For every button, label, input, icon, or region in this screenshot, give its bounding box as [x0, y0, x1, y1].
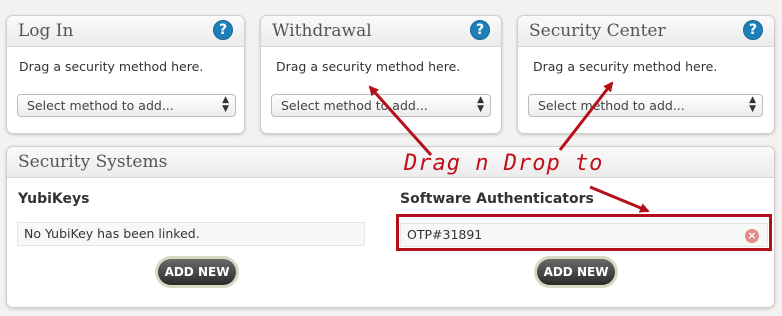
yubikey-empty-row: No YubiKey has been linked.	[17, 222, 365, 246]
chevron-up-down-icon: ▲ ▼	[222, 95, 229, 114]
panel-title: Security Systems	[18, 152, 168, 172]
method-select[interactable]: Select method to add... ▲ ▼	[17, 94, 236, 117]
select-value: Select method to add...	[281, 98, 428, 113]
drop-hint: Drag a security method here.	[19, 59, 204, 74]
annotation-text: Drag n Drop to	[404, 151, 604, 176]
add-button-label: ADD NEW	[158, 259, 236, 285]
chevron-up-down-icon: ▲ ▼	[749, 95, 756, 114]
panel-header: Security Systems	[7, 147, 774, 178]
add-yubikey-button[interactable]: ADD NEW	[155, 256, 239, 288]
method-select[interactable]: Select method to add... ▲ ▼	[271, 94, 491, 117]
panel-header: Security Center ?	[518, 16, 774, 47]
panel-title: Withdrawal	[272, 21, 372, 41]
drop-hint: Drag a security method here.	[533, 59, 718, 74]
add-authenticator-button[interactable]: ADD NEW	[534, 256, 618, 288]
method-select[interactable]: Select method to add... ▲ ▼	[528, 94, 763, 117]
help-icon[interactable]: ?	[213, 20, 233, 40]
annotation-highlight-box	[396, 214, 772, 251]
panel-header: Log In ?	[7, 16, 244, 47]
select-value: Select method to add...	[538, 98, 685, 113]
login-panel: Log In ? Drag a security method here. Se…	[6, 15, 245, 134]
withdrawal-panel: Withdrawal ? Drag a security method here…	[260, 15, 502, 134]
select-value: Select method to add...	[27, 98, 174, 113]
yubikeys-heading: YubiKeys	[18, 191, 90, 207]
panel-title: Security Center	[529, 21, 666, 41]
drop-hint: Drag a security method here.	[276, 59, 461, 74]
software-authenticators-heading: Software Authenticators	[400, 191, 594, 207]
help-icon[interactable]: ?	[743, 20, 763, 40]
help-icon[interactable]: ?	[470, 20, 490, 40]
add-button-label: ADD NEW	[537, 259, 615, 285]
panel-title: Log In	[18, 21, 74, 41]
chevron-up-down-icon: ▲ ▼	[477, 95, 484, 114]
security-center-panel: Security Center ? Drag a security method…	[517, 15, 775, 134]
panel-header: Withdrawal ?	[261, 16, 501, 47]
